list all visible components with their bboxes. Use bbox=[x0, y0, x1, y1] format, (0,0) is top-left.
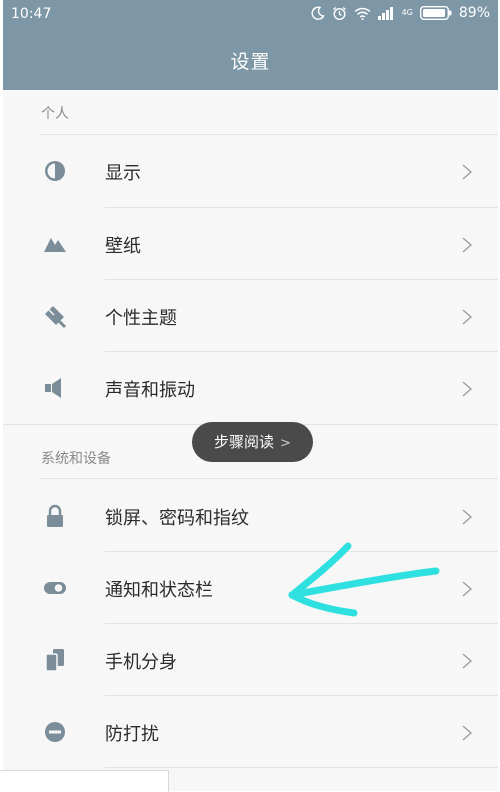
display-icon bbox=[45, 161, 65, 181]
chevron-right-icon bbox=[462, 581, 472, 597]
chevron-right-icon bbox=[462, 653, 472, 669]
wifi-icon bbox=[354, 7, 371, 20]
settings-item-notifications[interactable]: 通知和状态栏 bbox=[3, 552, 498, 624]
network-type-label: 4G bbox=[401, 8, 413, 17]
bottom-overlay-tab bbox=[0, 770, 169, 792]
settings-item-do-not-disturb[interactable]: 防打扰 bbox=[3, 696, 498, 768]
settings-item-label: 壁纸 bbox=[105, 236, 141, 257]
settings-item-wallpaper[interactable]: 壁纸 bbox=[3, 208, 498, 280]
settings-item-display[interactable]: 显示 bbox=[3, 135, 498, 207]
moon-icon bbox=[311, 6, 325, 20]
status-time: 10:47 bbox=[11, 6, 52, 22]
do-not-disturb-icon bbox=[45, 722, 65, 742]
settings-item-sound[interactable]: 声音和振动 bbox=[3, 352, 498, 424]
chevron-right-icon: > bbox=[280, 436, 291, 451]
settings-item-theme[interactable]: 个性主题 bbox=[3, 280, 498, 352]
chevron-right-icon bbox=[462, 309, 472, 325]
settings-item-dual-apps[interactable]: 手机分身 bbox=[3, 624, 498, 696]
section-label-personal: 个人 bbox=[41, 106, 69, 122]
divider bbox=[105, 767, 498, 768]
theme-icon bbox=[45, 306, 67, 328]
status-bar: 10:47 4G 89% bbox=[3, 0, 498, 28]
status-icons: 4G 89% bbox=[311, 5, 490, 21]
settings-item-label: 个性主题 bbox=[105, 308, 177, 329]
chevron-right-icon bbox=[462, 509, 472, 525]
settings-item-label: 显示 bbox=[105, 163, 141, 184]
toggle-icon bbox=[44, 582, 66, 594]
divider bbox=[41, 478, 498, 479]
chevron-right-icon bbox=[462, 381, 472, 397]
step-reading-toast[interactable]: 步骤阅读 > bbox=[192, 422, 313, 462]
settings-item-label: 防打扰 bbox=[105, 724, 159, 745]
wallpaper-icon bbox=[44, 238, 66, 252]
dual-phone-icon bbox=[45, 649, 64, 672]
chevron-right-icon bbox=[462, 164, 472, 180]
lock-icon bbox=[47, 504, 63, 527]
settings-item-lockscreen[interactable]: 锁屏、密码和指纹 bbox=[3, 480, 498, 552]
settings-item-label: 手机分身 bbox=[105, 652, 177, 673]
alarm-icon bbox=[332, 6, 346, 20]
chevron-right-icon bbox=[462, 725, 472, 741]
speaker-icon bbox=[45, 378, 61, 398]
chevron-right-icon bbox=[462, 237, 472, 253]
settings-screen: 10:47 4G 89% 设置 个人 显示 壁纸 个性主题 声音和振动 系统和设… bbox=[3, 0, 498, 791]
app-header: 10:47 4G 89% 设置 bbox=[3, 0, 498, 90]
signal-icon bbox=[377, 6, 393, 20]
page-title: 设置 bbox=[230, 51, 271, 73]
settings-item-label: 声音和振动 bbox=[105, 380, 195, 401]
settings-item-label: 通知和状态栏 bbox=[105, 580, 213, 601]
toast-label: 步骤阅读 bbox=[214, 433, 275, 451]
battery-icon bbox=[419, 6, 452, 20]
settings-item-label: 锁屏、密码和指纹 bbox=[105, 508, 249, 529]
battery-percent: 89% bbox=[458, 5, 490, 21]
section-label-system: 系统和设备 bbox=[41, 451, 111, 467]
